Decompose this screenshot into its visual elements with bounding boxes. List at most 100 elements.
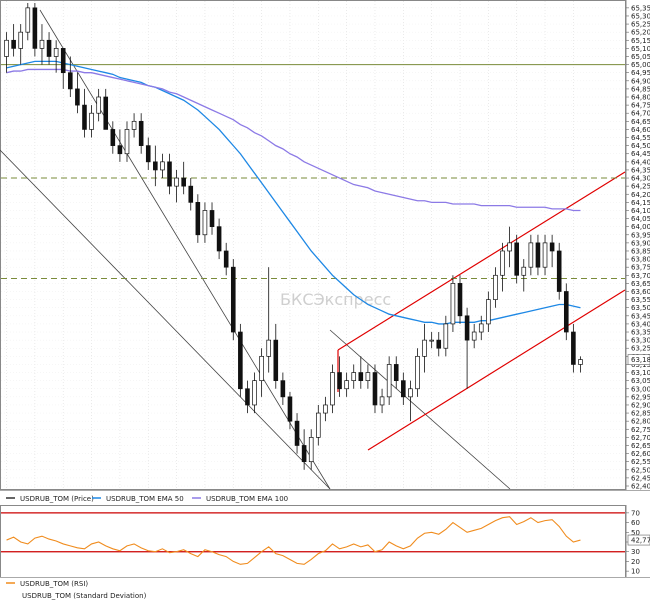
- price-tick-label: 65,25: [631, 21, 650, 29]
- price-tick-label: 64,10: [631, 207, 650, 215]
- price-tick-label: 64,15: [631, 199, 650, 207]
- price-tick-label: 62,45: [631, 474, 650, 482]
- price-tick-label: 64,90: [631, 77, 650, 85]
- candle-body: [124, 129, 130, 155]
- price-tick-label: 64,05: [631, 215, 650, 223]
- candle-body: [216, 226, 222, 252]
- price-tick-label: 64,60: [631, 126, 650, 134]
- candle-body: [308, 437, 314, 463]
- candle-body: [46, 39, 52, 57]
- price-tick-label: 65,30: [631, 12, 650, 20]
- candle-body: [266, 339, 271, 357]
- candle-body: [131, 120, 137, 130]
- price-tick-label: 63,50: [631, 304, 650, 312]
- candle-body: [89, 112, 94, 130]
- price-tick-label: 63,40: [631, 320, 650, 328]
- candle-body: [301, 445, 307, 463]
- price-tick-label: 63,45: [631, 312, 650, 320]
- price-tick-label: 63,25: [631, 345, 650, 353]
- price-tick-label: 63,65: [631, 280, 650, 288]
- rsi-tick-label: 60: [631, 519, 640, 527]
- price-tick-label: 63,35: [631, 329, 650, 337]
- candle-body: [478, 323, 484, 333]
- candle-body: [96, 96, 101, 114]
- price-tick-label: 64,00: [631, 223, 650, 231]
- price-tick-label: 62,85: [631, 410, 650, 418]
- price-tick-label: 64,75: [631, 102, 650, 110]
- candle-body: [82, 104, 87, 130]
- candle-body: [556, 250, 562, 292]
- candle-body: [60, 48, 66, 74]
- price-tick-label: 63,30: [631, 337, 650, 345]
- candle-body: [528, 242, 534, 268]
- candle-body: [167, 161, 172, 187]
- rsi-tick-label: 10: [631, 568, 640, 576]
- candle-body: [507, 242, 512, 252]
- candle-body: [521, 266, 527, 276]
- price-tick-label: 62,40: [631, 483, 650, 491]
- legend-label: USDRUB_TOM EMA 100: [206, 495, 288, 503]
- candle-body: [68, 72, 73, 90]
- candle-body: [578, 359, 583, 365]
- legend-rsi: USDRUB_TOM (RSI): [6, 580, 88, 588]
- candle-body: [542, 242, 548, 268]
- candle-body: [330, 372, 335, 406]
- candle-body: [103, 96, 109, 130]
- candle-body: [422, 339, 427, 357]
- price-tick-label: 64,30: [631, 175, 650, 183]
- price-tick-label: 65,05: [631, 53, 650, 61]
- candle-body: [53, 48, 59, 57]
- candle-body: [401, 380, 406, 398]
- candle-body: [181, 177, 186, 187]
- price-tick-label: 63,55: [631, 296, 650, 304]
- price-tick-label: 62,75: [631, 426, 650, 434]
- candle-body: [223, 250, 229, 268]
- watermark: БКСЭкспресс: [280, 290, 391, 309]
- candle-body: [323, 404, 328, 414]
- candle-body: [386, 364, 392, 398]
- price-tick-label: 64,20: [631, 191, 650, 199]
- candle-body: [563, 291, 569, 333]
- price-tick-label: 63,80: [631, 256, 650, 264]
- price-tick-label: 63,60: [631, 288, 650, 296]
- price-tick-label: 62,55: [631, 458, 650, 466]
- price-tick-label: 62,50: [631, 466, 650, 474]
- legend-rsi-label: USDRUB_TOM (RSI): [20, 580, 88, 588]
- price-tick-label: 62,80: [631, 418, 650, 426]
- price-tick-label: 63,75: [631, 264, 650, 272]
- candle-body: [358, 372, 364, 381]
- candle-body: [209, 210, 215, 228]
- candle-body: [500, 250, 505, 276]
- price-tick-label: 64,25: [631, 183, 650, 191]
- candle-body: [11, 39, 16, 49]
- candle-body: [493, 274, 498, 300]
- candle-body: [351, 372, 357, 381]
- price-tick-label: 62,65: [631, 442, 650, 450]
- candle-body: [464, 315, 470, 341]
- price-tick-label: 63,00: [631, 385, 650, 393]
- candle-body: [535, 242, 541, 268]
- price-tick-label: 65,20: [631, 29, 650, 37]
- candle-body: [450, 283, 456, 325]
- candle-body: [415, 355, 420, 390]
- price-tick-label: 65,35: [631, 4, 650, 12]
- candle-body: [25, 7, 31, 33]
- price-tick-label: 65,00: [631, 61, 650, 69]
- candle-body: [294, 420, 300, 446]
- candle-body: [39, 39, 45, 49]
- candle-body: [230, 266, 236, 333]
- price-tick-label: 64,35: [631, 166, 650, 174]
- candle-body: [436, 339, 442, 349]
- candle-body: [443, 323, 449, 349]
- candle-body: [202, 210, 208, 236]
- candle-body: [365, 372, 371, 381]
- price-tick-label: 64,85: [631, 85, 650, 93]
- candle-body: [571, 331, 576, 365]
- candle-body: [429, 339, 434, 342]
- price-tick-label: 62,90: [631, 401, 650, 409]
- current-price-label: 63,18: [631, 356, 650, 364]
- price-tick-label: 63,70: [631, 272, 650, 280]
- price-tick-label: 62,95: [631, 393, 650, 401]
- candle-body: [549, 242, 555, 252]
- price-tick-label: 64,65: [631, 118, 650, 126]
